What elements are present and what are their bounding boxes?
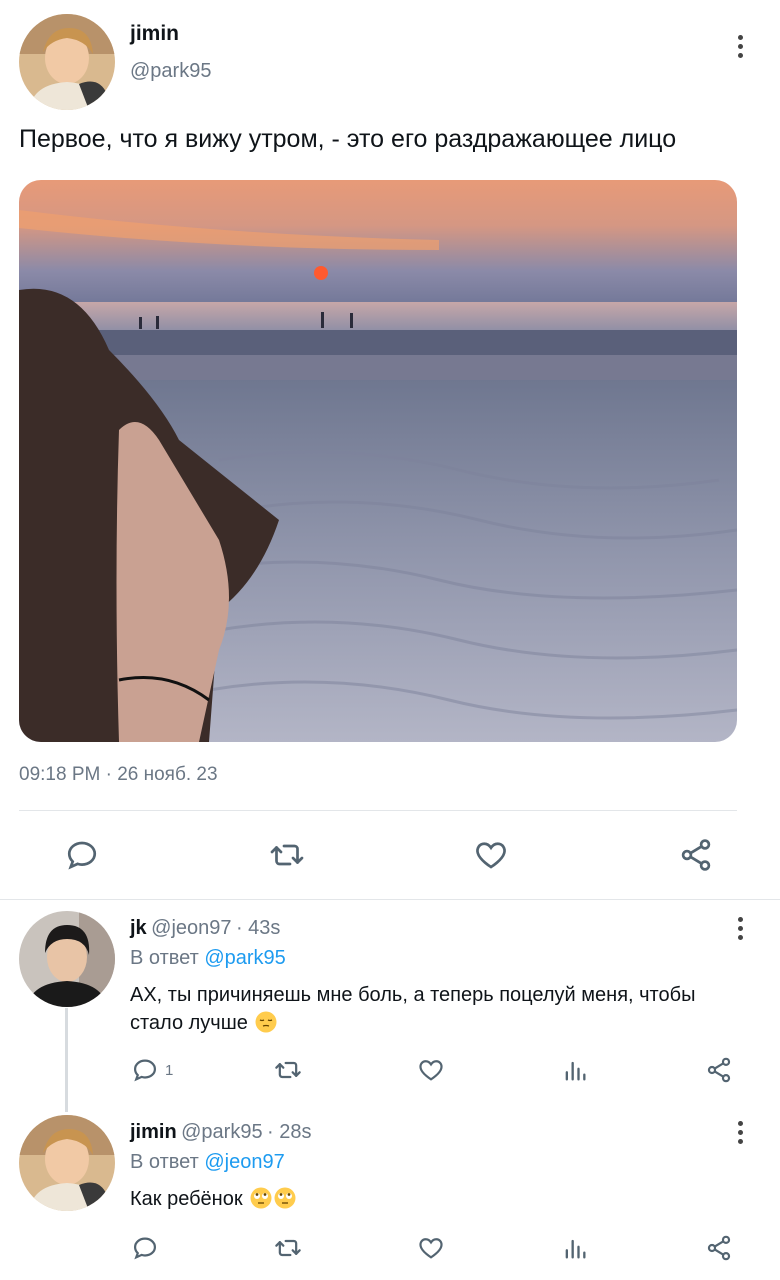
reply-author-handle[interactable]: @jeon97 — [151, 917, 231, 939]
heart-icon — [419, 1060, 443, 1081]
reply-time: · 28s — [267, 1121, 312, 1143]
author-name[interactable]: jimin — [130, 22, 179, 46]
reply-context: В ответ @jeon97 — [130, 1151, 285, 1174]
share-icon — [681, 839, 711, 871]
more-options-icon[interactable] — [730, 1117, 750, 1147]
retweet-button[interactable] — [268, 837, 306, 873]
reply-author-handle[interactable]: @park95 — [181, 1121, 262, 1143]
bar-chart-icon — [565, 1239, 586, 1259]
reply-header: jk @jeon97 · 43s — [130, 917, 280, 940]
author-handle[interactable]: @park95 — [130, 60, 211, 83]
tweet-photo[interactable] — [19, 180, 737, 742]
reply-mention-link[interactable]: @park95 — [204, 947, 285, 969]
share-button[interactable] — [705, 1056, 733, 1084]
reply-text-line: Как ребёнок — [130, 1188, 243, 1210]
reply-prefix: В ответ — [130, 947, 199, 969]
reply-context: В ответ @park95 — [130, 947, 286, 970]
reply-author-name[interactable]: jimin — [130, 1121, 177, 1143]
retweet-button[interactable] — [273, 1056, 303, 1084]
heart-icon — [476, 842, 506, 869]
share-icon — [707, 1235, 731, 1261]
reply-prefix: В ответ — [130, 1151, 199, 1173]
retweet-icon — [270, 844, 304, 866]
like-button[interactable] — [417, 1234, 445, 1262]
speech-bubble-icon — [133, 1059, 157, 1082]
more-options-icon[interactable] — [730, 31, 750, 61]
tweet-text: Первое, что я вижу утром, - это его разд… — [19, 125, 677, 153]
divider — [0, 899, 780, 900]
divider — [19, 810, 737, 811]
reply-text-line: стало лучше — [130, 1012, 248, 1034]
share-icon — [707, 1057, 731, 1083]
reply-author-name[interactable]: jk — [130, 917, 147, 939]
reply-time: · 43s — [235, 917, 281, 939]
bar-chart-icon — [565, 1061, 586, 1081]
thread-connector-line — [65, 1008, 68, 1112]
reply-mention-link[interactable]: @jeon97 — [204, 1151, 284, 1173]
face-with-rolling-eyes-emoji — [250, 1187, 272, 1209]
tweet-timestamp: 09:18 PM · 26 нояб. 23 — [19, 764, 218, 785]
share-button[interactable] — [678, 837, 714, 873]
pensive-face-emoji — [255, 1011, 277, 1033]
speech-bubble-icon — [133, 1237, 157, 1260]
reply-text: Как ребёнок — [130, 1185, 750, 1213]
share-button[interactable] — [705, 1234, 733, 1262]
retweet-icon — [275, 1239, 301, 1257]
reply-button[interactable] — [64, 837, 100, 873]
reply-text-line: АХ, ты причиняешь мне боль, а теперь поц… — [130, 984, 696, 1006]
reply-button[interactable]: 1 — [131, 1056, 173, 1084]
retweet-icon — [275, 1061, 301, 1079]
reply-author-avatar[interactable] — [19, 1115, 115, 1211]
like-button[interactable] — [417, 1056, 445, 1084]
face-with-rolling-eyes-emoji — [274, 1187, 296, 1209]
heart-icon — [419, 1238, 443, 1259]
reply-header: jimin @park95 · 28s — [130, 1121, 312, 1144]
speech-bubble-icon — [67, 841, 97, 870]
reply-author-avatar[interactable] — [19, 911, 115, 1007]
like-button[interactable] — [473, 837, 509, 873]
more-options-icon[interactable] — [730, 913, 750, 943]
reply-button[interactable] — [131, 1234, 165, 1262]
views-button[interactable] — [561, 1234, 589, 1262]
views-button[interactable] — [561, 1056, 589, 1084]
reply-text: АХ, ты причиняешь мне боль, а теперь поц… — [130, 981, 750, 1037]
author-avatar[interactable] — [19, 14, 115, 110]
reply-count: 1 — [165, 1061, 174, 1079]
retweet-button[interactable] — [273, 1234, 303, 1262]
